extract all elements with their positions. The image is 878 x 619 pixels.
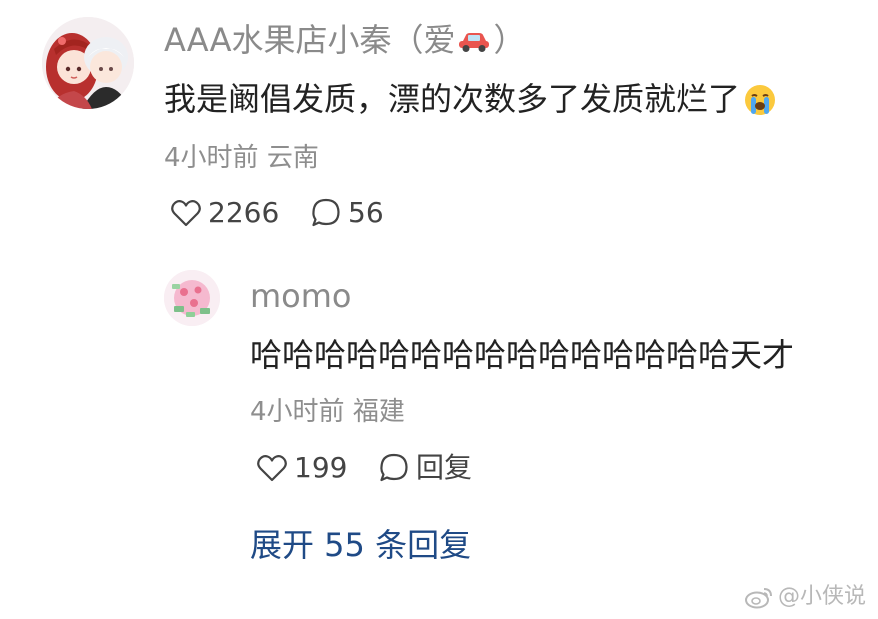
reply-username[interactable]: momo [250, 276, 352, 316]
heart-icon [257, 455, 287, 482]
reply-button[interactable]: 56 [310, 195, 384, 231]
like-button[interactable]: 2266 [170, 195, 279, 231]
weibo-logo-icon [744, 588, 772, 609]
comment-username-suffix: ） [493, 21, 526, 59]
comment-text: 我是阚倡发质，漂的次数多了发质就烂了 [164, 76, 776, 128]
comment-location: 云南 [266, 143, 319, 173]
reply-like-button[interactable]: 199 [256, 450, 347, 486]
reply-meta: 4小时前 福建 [250, 395, 405, 429]
avatar-illustration [42, 17, 134, 109]
crying-face-icon [744, 82, 776, 128]
comment-body: 我是阚倡发质，漂的次数多了发质就烂了 [164, 80, 741, 118]
comment-meta: 4小时前 云南 [164, 141, 319, 175]
reply-count: 56 [348, 196, 384, 229]
reply-like-count: 199 [294, 451, 348, 484]
reply-time: 4小时前 [250, 397, 345, 427]
comment-username[interactable]: AAA水果店小秦（爱 ） [164, 18, 525, 64]
comment-username-text: AAA水果店小秦（爱 [164, 21, 456, 59]
reply-avatar[interactable] [164, 270, 220, 326]
car-icon [457, 20, 491, 64]
watermark-text: @小侠说 [777, 584, 866, 609]
avatar[interactable] [42, 17, 134, 109]
reply-text: 哈哈哈哈哈哈哈哈哈哈哈哈哈哈哈天才 [250, 336, 795, 374]
comment-bubble-icon [380, 453, 408, 482]
reply-avatar-illustration [164, 270, 220, 326]
comment-time: 4小时前 [164, 143, 259, 173]
watermark: @小侠说 [744, 583, 866, 611]
reply-reply-button[interactable]: 回复 [378, 450, 472, 486]
expand-replies-link[interactable]: 展开 55 条回复 [250, 523, 471, 567]
comment-bubble-icon [312, 198, 340, 227]
reply-location: 福建 [352, 397, 405, 427]
heart-icon [171, 200, 201, 227]
reply-reply-label: 回复 [416, 451, 473, 484]
like-count: 2266 [208, 196, 280, 229]
